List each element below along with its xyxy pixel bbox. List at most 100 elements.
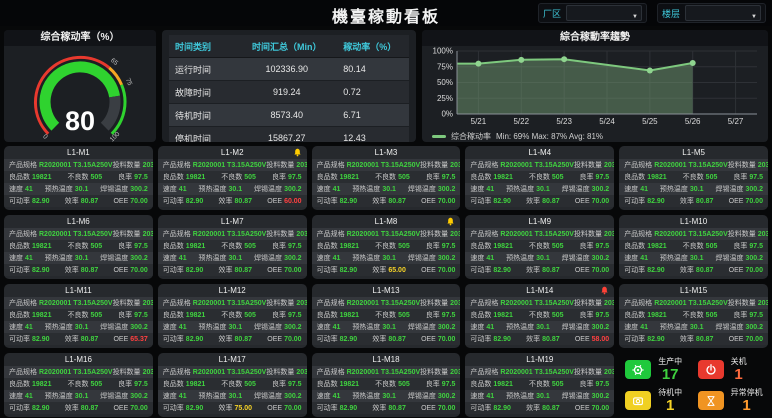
yield-value: 97.5 (596, 381, 610, 388)
feed-label: 投料数量 (574, 229, 602, 239)
eff-value: 80.87 (542, 267, 560, 274)
eff-value: 65.00 (388, 267, 406, 274)
eff-label: 效率 (65, 265, 79, 275)
oee-row: 可动率82.90 效率80.87 OEE65.37 (4, 333, 153, 345)
feed-value: 20327 (450, 369, 460, 376)
feed-value: 20327 (604, 300, 614, 307)
solder-label: 焊锡温度 (562, 322, 590, 332)
feed-value: 20327 (758, 231, 768, 238)
good-label: 良品数 (470, 172, 491, 182)
machine-card: L1-M10 产品规格R2020001 T3.15A250V 投料数量20327… (619, 215, 768, 279)
machine-card: L1-M18 产品规格R2020001 T3.15A250V 投料数量20327… (312, 353, 461, 417)
svg-text:5/22: 5/22 (513, 117, 529, 126)
feed-value: 20327 (450, 162, 460, 169)
process-row: 速度41 预热温度30.1 焊锡温度300.2 (158, 252, 307, 264)
solder-value: 300.2 (130, 324, 148, 331)
avail-value: 82.90 (493, 336, 511, 343)
preheat-value: 30.1 (536, 393, 550, 400)
svg-text:50%: 50% (437, 78, 453, 87)
oee-label: OEE (421, 405, 436, 412)
solder-value: 300.2 (592, 186, 610, 193)
abnormal-icon[interactable] (698, 391, 724, 410)
filter-floor: 楼层 ▼ (657, 3, 766, 23)
solder-label: 焊锡温度 (408, 391, 436, 401)
status-item: 关机 1 (694, 354, 766, 385)
machine-name: L1-M5 (619, 146, 768, 159)
avail-value: 82.90 (186, 198, 204, 205)
spec-value: R2020001 T3.15A250V (347, 369, 421, 376)
oee-value: 70.00 (592, 267, 610, 274)
solder-value: 300.2 (745, 255, 763, 262)
good-value: 19821 (340, 312, 359, 319)
defect-value: 505 (90, 243, 102, 250)
time-category: 运行时间 (169, 58, 236, 81)
defect-label: 不良数 (375, 379, 396, 389)
preheat-label: 预热温度 (45, 391, 73, 401)
defect-label: 不良数 (221, 379, 242, 389)
spec-row: 产品规格R2020001 T3.15A250V 投料数量20327 (158, 366, 307, 378)
alarm-bell-icon (754, 286, 763, 295)
preheat-value: 30.1 (229, 186, 243, 193)
feed-value: 20327 (758, 162, 768, 169)
defect-label: 不良数 (67, 379, 88, 389)
process-row: 速度41 预热温度30.1 焊锡温度300.2 (465, 252, 614, 264)
yield-label: 良率 (733, 310, 747, 320)
solder-label: 焊锡温度 (562, 184, 590, 194)
avail-label: 可动率 (470, 265, 491, 275)
spec-row: 产品规格R2020001 T3.15A250V 投料数量20327 (4, 366, 153, 378)
yield-label: 良率 (272, 241, 286, 251)
solder-value: 300.2 (592, 324, 610, 331)
avail-label: 可动率 (317, 196, 338, 206)
machine-card: L1-M2 产品规格R2020001 T3.15A250V 投料数量20327 … (158, 146, 307, 210)
eff-label: 效率 (680, 334, 694, 344)
avail-label: 可动率 (470, 403, 491, 413)
good-label: 良品数 (317, 310, 338, 320)
spec-row: 产品规格R2020001 T3.15A250V 投料数量20327 (312, 297, 461, 309)
oee-value: 70.00 (130, 267, 148, 274)
power-icon[interactable] (698, 360, 724, 379)
preheat-label: 预热温度 (199, 253, 227, 263)
feed-value: 20327 (143, 162, 153, 169)
standby-icon[interactable] (625, 391, 651, 410)
avail-label: 可动率 (9, 196, 30, 206)
status-panel: 生产中 17 关机 1 待机中 1 异常停机 1 (619, 353, 768, 417)
status-count: 1 (742, 398, 750, 413)
defect-label: 不良数 (529, 310, 550, 320)
feed-label: 投料数量 (728, 298, 756, 308)
speed-value: 41 (25, 255, 33, 262)
eff-label: 效率 (680, 265, 694, 275)
preheat-label: 预热温度 (352, 184, 380, 194)
quality-row: 良品数19821 不良数505 良率97.5 (158, 240, 307, 252)
eff-value: 80.87 (696, 198, 714, 205)
solder-label: 焊锡温度 (254, 253, 282, 263)
preheat-label: 预热温度 (352, 391, 380, 401)
quality-row: 良品数19821 不良数505 良率97.5 (465, 240, 614, 252)
production-icon[interactable] (625, 360, 651, 379)
speed-label: 速度 (9, 184, 23, 194)
speed-value: 41 (179, 324, 187, 331)
speed-value: 41 (486, 393, 494, 400)
eff-label: 效率 (526, 265, 540, 275)
factory-select[interactable]: ▼ (566, 5, 642, 21)
top-bar: 機臺稼動看板 厂区 ▼ 楼层 ▼ (0, 0, 772, 26)
table-header-row: 时间类别 时间汇总（Min） 稼动率（%） (169, 35, 409, 58)
speed-label: 速度 (163, 253, 177, 263)
oee-value: 70.00 (284, 405, 302, 412)
eff-label: 效率 (219, 196, 233, 206)
col-category: 时间类别 (169, 35, 236, 58)
floor-select[interactable]: ▼ (685, 5, 761, 21)
alarm-bell-icon (754, 217, 763, 226)
spec-label: 产品规格 (470, 160, 498, 170)
oee-label: OEE (729, 198, 744, 205)
preheat-value: 30.1 (75, 393, 89, 400)
spec-label: 产品规格 (163, 229, 191, 239)
preheat-label: 预热温度 (506, 391, 534, 401)
good-label: 良品数 (317, 379, 338, 389)
solder-value: 300.2 (438, 186, 456, 193)
spec-value: R2020001 T3.15A250V (500, 231, 574, 238)
oee-label: OEE (113, 405, 128, 412)
spec-row: 产品规格R2020001 T3.15A250V 投料数量20327 (465, 159, 614, 171)
time-minutes: 102336.90 (236, 58, 337, 81)
solder-value: 300.2 (284, 255, 302, 262)
alarm-bell-icon (600, 355, 609, 364)
